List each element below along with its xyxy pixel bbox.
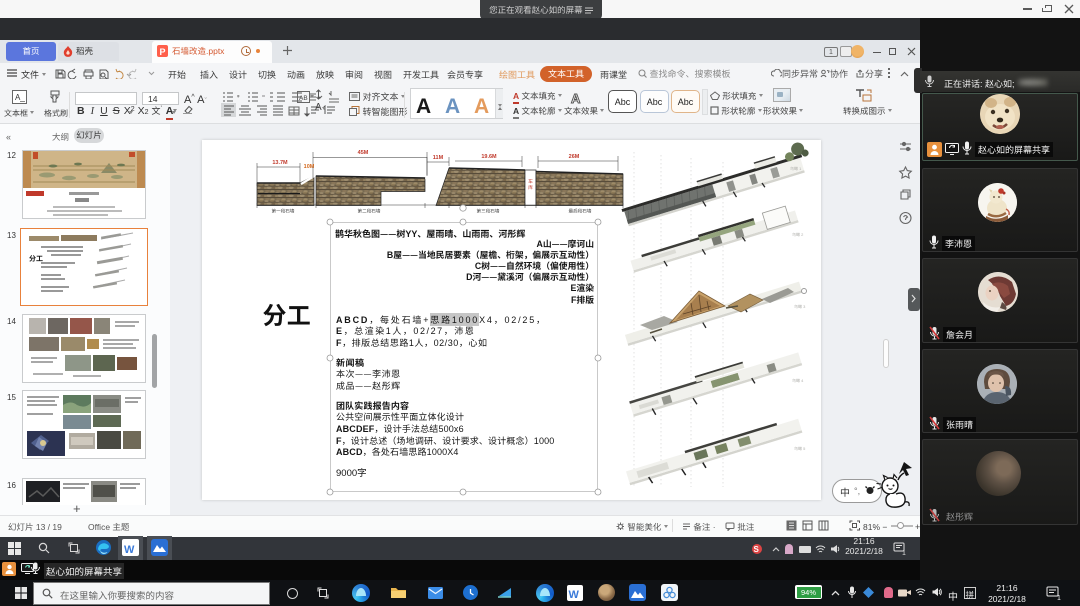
- svg-text:19.6M: 19.6M: [481, 152, 497, 160]
- svg-text:乌瞰 1: 乌瞰 1: [790, 166, 802, 172]
- svg-text:13.7M: 13.7M: [272, 158, 288, 166]
- svg-text:45M: 45M: [358, 148, 369, 156]
- svg-text:乌瞰 5: 乌瞰 5: [794, 446, 806, 452]
- svg-text:11M: 11M: [433, 153, 444, 161]
- svg-text:26M: 26M: [569, 152, 580, 160]
- svg-text:乌瞰 3: 乌瞰 3: [794, 304, 806, 310]
- svg-text:乌瞰 2: 乌瞰 2: [792, 232, 804, 238]
- svg-text:分工: 分工: [29, 254, 43, 264]
- svg-text:第一段石墙: 第一段石墙: [272, 209, 295, 215]
- svg-text:库: 库: [528, 184, 533, 191]
- svg-text:乌瞰 4: 乌瞰 4: [792, 378, 804, 384]
- svg-text:10M: 10M: [304, 162, 315, 170]
